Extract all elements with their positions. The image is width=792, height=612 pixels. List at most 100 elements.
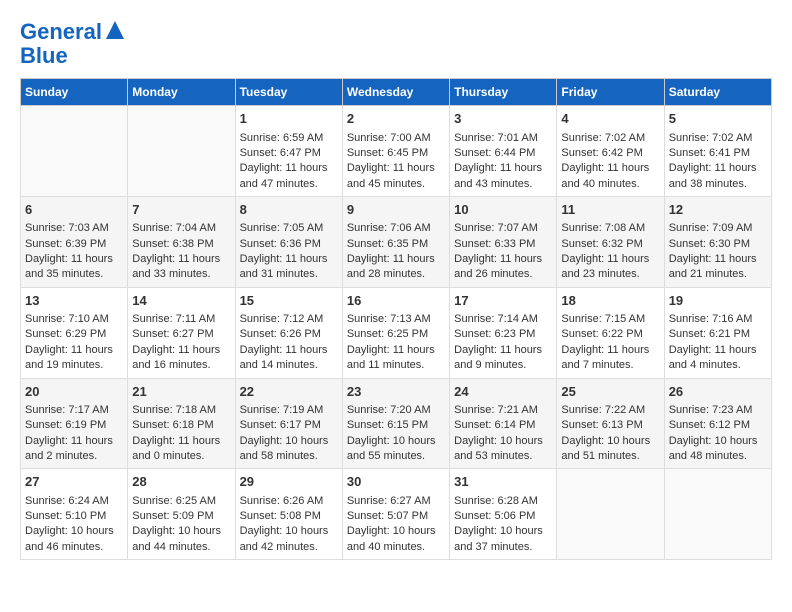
cell-text: Daylight: 11 hours and 35 minutes. [25, 252, 123, 283]
cell-text: Daylight: 11 hours and 31 minutes. [240, 252, 338, 283]
day-number: 26 [669, 383, 767, 401]
weekday-header: Tuesday [235, 79, 342, 106]
cell-text: Sunset: 6:33 PM [454, 237, 552, 252]
day-number: 14 [132, 292, 230, 310]
calendar-cell: 29Sunrise: 6:26 AMSunset: 5:08 PMDayligh… [235, 469, 342, 560]
day-number: 29 [240, 473, 338, 491]
cell-text: Sunset: 6:47 PM [240, 146, 338, 161]
cell-text: Daylight: 11 hours and 33 minutes. [132, 252, 230, 283]
cell-text: Sunset: 5:06 PM [454, 509, 552, 524]
cell-text: Sunset: 6:23 PM [454, 327, 552, 342]
cell-text: Daylight: 11 hours and 21 minutes. [669, 252, 767, 283]
day-number: 22 [240, 383, 338, 401]
cell-text: Sunrise: 7:14 AM [454, 312, 552, 327]
cell-text: Sunset: 5:10 PM [25, 509, 123, 524]
cell-text: Sunrise: 7:16 AM [669, 312, 767, 327]
cell-text: Daylight: 10 hours and 55 minutes. [347, 434, 445, 465]
calendar-cell: 3Sunrise: 7:01 AMSunset: 6:44 PMDaylight… [450, 106, 557, 197]
day-number: 28 [132, 473, 230, 491]
day-number: 6 [25, 201, 123, 219]
day-number: 18 [561, 292, 659, 310]
calendar-cell: 14Sunrise: 7:11 AMSunset: 6:27 PMDayligh… [128, 287, 235, 378]
calendar-cell [557, 469, 664, 560]
calendar-cell: 19 Sunrise: 7:16 AMSunset: 6:21 PMDayligh… [664, 287, 771, 378]
cell-text: Daylight: 10 hours and 44 minutes. [132, 524, 230, 555]
weekday-header: Monday [128, 79, 235, 106]
cell-text: Daylight: 10 hours and 48 minutes. [669, 434, 767, 465]
cell-text: Daylight: 10 hours and 40 minutes. [347, 524, 445, 555]
calendar-cell: 31Sunrise: 6:28 AMSunset: 5:06 PMDayligh… [450, 469, 557, 560]
cell-text: Sunrise: 6:27 AM [347, 494, 445, 509]
day-number: 19 [669, 292, 767, 310]
day-number: 30 [347, 473, 445, 491]
logo-text: General [20, 20, 102, 44]
day-number: 1 [240, 110, 338, 128]
day-number: 12 [669, 201, 767, 219]
cell-text: Sunrise: 7:23 AM [669, 403, 767, 418]
calendar-table: SundayMondayTuesdayWednesdayThursdayFrid… [20, 78, 772, 560]
calendar-cell: 13Sunrise: 7:10 AMSunset: 6:29 PMDayligh… [21, 287, 128, 378]
cell-text: Daylight: 11 hours and 14 minutes. [240, 343, 338, 374]
weekday-header: Friday [557, 79, 664, 106]
cell-text: Daylight: 11 hours and 11 minutes. [347, 343, 445, 374]
calendar-cell: 22Sunrise: 7:19 AMSunset: 6:17 PMDayligh… [235, 378, 342, 469]
cell-text: Sunset: 6:14 PM [454, 418, 552, 433]
cell-text: Sunrise: 7:22 AM [561, 403, 659, 418]
cell-text: Sunrise: 7:02 AM [669, 131, 767, 146]
calendar-cell: 27Sunrise: 6:24 AMSunset: 5:10 PMDayligh… [21, 469, 128, 560]
calendar-cell: 7Sunrise: 7:04 AMSunset: 6:38 PMDaylight… [128, 197, 235, 288]
day-number: 20 [25, 383, 123, 401]
cell-text: Daylight: 10 hours and 58 minutes. [240, 434, 338, 465]
day-number: 27 [25, 473, 123, 491]
logo: General Blue [20, 20, 126, 68]
calendar-cell: 8Sunrise: 7:05 AMSunset: 6:36 PMDaylight… [235, 197, 342, 288]
cell-text: Sunrise: 7:06 AM [347, 221, 445, 236]
cell-text: Sunset: 6:21 PM [669, 327, 767, 342]
calendar-cell: 17Sunrise: 7:14 AMSunset: 6:23 PMDayligh… [450, 287, 557, 378]
day-number: 31 [454, 473, 552, 491]
cell-text: Sunrise: 7:17 AM [25, 403, 123, 418]
cell-text: Sunset: 5:08 PM [240, 509, 338, 524]
cell-text: Daylight: 10 hours and 53 minutes. [454, 434, 552, 465]
day-number: 3 [454, 110, 552, 128]
cell-text: Sunset: 6:35 PM [347, 237, 445, 252]
cell-text: Daylight: 10 hours and 46 minutes. [25, 524, 123, 555]
cell-text: Sunset: 6:12 PM [669, 418, 767, 433]
calendar-cell: 15Sunrise: 7:12 AMSunset: 6:26 PMDayligh… [235, 287, 342, 378]
day-number: 25 [561, 383, 659, 401]
cell-text: Daylight: 11 hours and 38 minutes. [669, 161, 767, 192]
cell-text: Daylight: 11 hours and 4 minutes. [669, 343, 767, 374]
calendar-cell: 5Sunrise: 7:02 AMSunset: 6:41 PMDaylight… [664, 106, 771, 197]
cell-text: Sunset: 6:39 PM [25, 237, 123, 252]
weekday-header: Sunday [21, 79, 128, 106]
cell-text: Sunset: 6:38 PM [132, 237, 230, 252]
day-number: 21 [132, 383, 230, 401]
cell-text: Sunset: 6:19 PM [25, 418, 123, 433]
calendar-week-row: 1Sunrise: 6:59 AMSunset: 6:47 PMDaylight… [21, 106, 772, 197]
cell-text: Sunset: 6:26 PM [240, 327, 338, 342]
calendar-cell: 23Sunrise: 7:20 AMSunset: 6:15 PMDayligh… [342, 378, 449, 469]
cell-text: Daylight: 11 hours and 16 minutes. [132, 343, 230, 374]
calendar-week-row: 27Sunrise: 6:24 AMSunset: 5:10 PMDayligh… [21, 469, 772, 560]
calendar-cell: 9Sunrise: 7:06 AMSunset: 6:35 PMDaylight… [342, 197, 449, 288]
logo-icon [104, 19, 126, 41]
weekday-header: Thursday [450, 79, 557, 106]
cell-text: Daylight: 11 hours and 0 minutes. [132, 434, 230, 465]
calendar-cell [128, 106, 235, 197]
cell-text: Sunrise: 7:05 AM [240, 221, 338, 236]
cell-text: Daylight: 11 hours and 45 minutes. [347, 161, 445, 192]
page-header: General Blue [20, 20, 772, 68]
cell-text: Daylight: 11 hours and 43 minutes. [454, 161, 552, 192]
calendar-cell: 10Sunrise: 7:07 AMSunset: 6:33 PMDayligh… [450, 197, 557, 288]
cell-text: Sunset: 6:25 PM [347, 327, 445, 342]
cell-text: Sunset: 6:15 PM [347, 418, 445, 433]
day-number: 5 [669, 110, 767, 128]
cell-text: Sunset: 6:45 PM [347, 146, 445, 161]
cell-text: Daylight: 10 hours and 37 minutes. [454, 524, 552, 555]
day-number: 7 [132, 201, 230, 219]
cell-text: Daylight: 11 hours and 19 minutes. [25, 343, 123, 374]
calendar-cell: 21Sunrise: 7:18 AMSunset: 6:18 PMDayligh… [128, 378, 235, 469]
cell-text: Daylight: 11 hours and 47 minutes. [240, 161, 338, 192]
calendar-cell: 26 Sunrise: 7:23 AMSunset: 6:12 PMDayligh… [664, 378, 771, 469]
cell-text: Daylight: 11 hours and 28 minutes. [347, 252, 445, 283]
